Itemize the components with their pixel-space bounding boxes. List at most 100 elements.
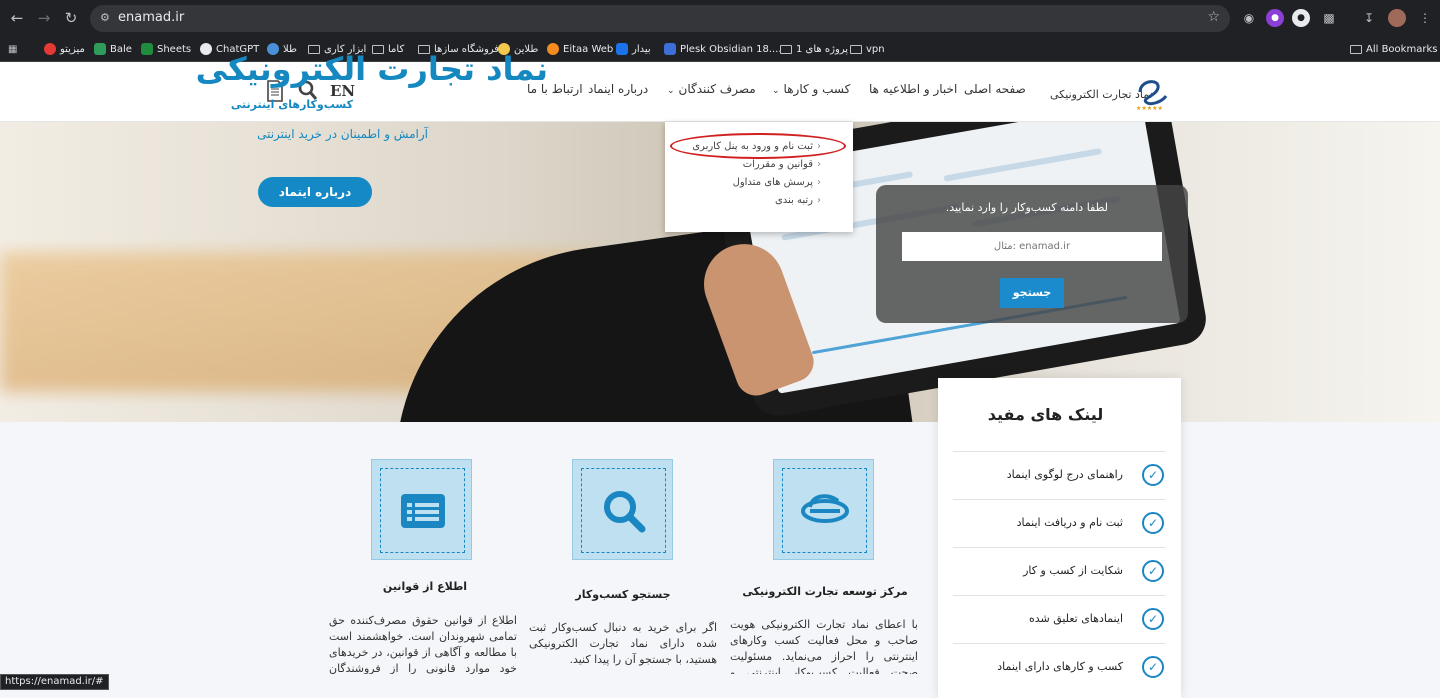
plesk-icon	[664, 43, 676, 55]
bookmark-folder[interactable]: پروژه های 1	[780, 40, 848, 58]
folder-icon	[780, 44, 792, 54]
useful-link-label: کسب و کارهای دارای اینماد	[997, 660, 1123, 673]
menu-icon[interactable]: ⋮	[1416, 9, 1434, 27]
chevron-left-icon: ‹	[817, 177, 821, 188]
folder-icon	[1350, 44, 1362, 54]
apps-icon[interactable]: ▦	[8, 40, 17, 58]
check-circle-icon: ✓	[1142, 608, 1164, 630]
enamad-logo-icon: ★★★★★	[1136, 80, 1168, 112]
chevron-down-icon: ⌄	[772, 86, 780, 96]
nav-label: کسب و کارها	[783, 82, 851, 96]
useful-links-panel: لینک های مفید راهنمای درج لوگوی اینماد ✓ …	[938, 378, 1181, 698]
nav-home[interactable]: صفحه اصلی	[964, 82, 1026, 96]
hero-title: نماد تجارت الکترونیکی	[195, 50, 548, 88]
list-document-icon	[400, 493, 445, 528]
search-prompt: لطفا دامنه کسب‌وکار را وارد نمایید.	[945, 201, 1108, 214]
highlight-annotation	[670, 133, 846, 159]
reload-icon[interactable]: ↻	[58, 5, 84, 31]
extension-icon[interactable]: ●	[1266, 9, 1284, 27]
bookmark-star-icon[interactable]: ☆	[1207, 9, 1220, 25]
bookmark-label: میزیتو	[60, 43, 85, 55]
nav-about[interactable]: درباره اینماد	[588, 82, 648, 96]
useful-link[interactable]: راهنمای درج لوگوی اینماد ✓	[953, 451, 1166, 499]
screen-bar	[943, 148, 1102, 182]
bookmark[interactable]: Bale	[94, 40, 132, 58]
dropdown-item-label: رتبه بندی	[774, 195, 813, 206]
useful-link-label: ثبت نام و دریافت اینماد	[1016, 516, 1123, 529]
bookmark-favicon-icon	[94, 43, 106, 55]
nav-consumers[interactable]: ⌄ مصرف کنندگان	[667, 82, 756, 96]
useful-link-label: شکایت از کسب و کار	[1023, 564, 1123, 577]
card-title: مرکز توسعه تجارت الکترونیکی	[742, 585, 908, 598]
site-info-icon[interactable]: ⚙	[100, 11, 110, 24]
nav-news[interactable]: اخبار و اطلاعیه ها	[869, 82, 957, 96]
bookmark-label: vpn	[866, 43, 885, 55]
chevron-left-icon: ‹	[817, 195, 821, 206]
forward-icon[interactable]: →	[31, 5, 57, 31]
nav-label: مصرف کنندگان	[678, 82, 756, 96]
sheets-icon	[141, 43, 153, 55]
bookmark-favicon-icon	[44, 43, 56, 55]
card-text: اطلاع از قوانین حقوق مصرف‌کننده حق تمامی…	[329, 614, 517, 674]
bookmark[interactable]: Plesk Obsidian 18....	[664, 40, 782, 58]
card-icon-frame	[782, 468, 867, 553]
chevron-left-icon: ‹	[817, 159, 821, 170]
bookmark[interactable]: Eitaa Web	[547, 40, 613, 58]
useful-link[interactable]: اینمادهای تعلیق شده ✓	[953, 595, 1166, 643]
check-circle-icon: ✓	[1142, 512, 1164, 534]
eitaa-icon	[547, 43, 559, 55]
useful-links-title: لینک های مفید	[987, 405, 1104, 424]
card-icon-frame	[380, 468, 465, 553]
bookmark-label: پروژه های 1	[796, 43, 849, 55]
address-bar[interactable]: ⚙ enamad.ir ☆	[90, 5, 1230, 32]
globe-e-icon	[800, 493, 849, 523]
useful-link-label: اینمادهای تعلیق شده	[1028, 612, 1123, 625]
card-icon-frame	[581, 468, 666, 553]
card-title: اطلاع از قوانین	[382, 580, 468, 593]
all-bookmarks[interactable]: All Bookmarks	[1350, 40, 1437, 58]
dropdown-item-faq[interactable]: ‹ پرسش های متداول	[733, 177, 821, 188]
dropdown-item-rules[interactable]: ‹ قوانین و مقررات	[743, 159, 821, 170]
url-text: enamad.ir	[118, 10, 185, 25]
site-logo[interactable]: نماد تجارت الکترونیکی ★★★★★	[1050, 72, 1175, 114]
hero-subtitle: کسب‌وکارهای اینترنتی	[230, 98, 353, 111]
bookmark[interactable]: Sheets	[141, 40, 191, 58]
extensions-puzzle-icon[interactable]: ▩	[1320, 9, 1338, 27]
card-icon-search[interactable]	[572, 459, 673, 560]
card-icon-ecommerce[interactable]	[773, 459, 874, 560]
dropdown-item-label: پرسش های متداول	[732, 177, 813, 188]
camera-icon[interactable]: ◉	[1240, 9, 1258, 27]
browser-status-bar: https://enamad.ir/#	[0, 674, 109, 690]
domain-search-input[interactable]	[902, 232, 1162, 261]
bookmark-favicon-icon	[616, 43, 628, 55]
useful-link[interactable]: کسب و کارهای دارای اینماد ✓	[953, 643, 1166, 691]
bookmark-label: Eitaa Web	[563, 43, 614, 55]
useful-link[interactable]: شکایت از کسب و کار ✓	[953, 547, 1166, 595]
bookmark[interactable]: بیدار	[616, 40, 651, 58]
bookmark-label: بیدار	[632, 43, 651, 55]
dropdown-item-label: قوانین و مقررات	[742, 159, 813, 170]
dropdown-item-ranking[interactable]: ‹ رتبه بندی	[775, 195, 821, 206]
bookmark[interactable]: میزیتو	[44, 40, 85, 58]
bookmark-label: Plesk Obsidian 18....	[680, 43, 782, 55]
card-title: جستجو کسب‌وکار	[575, 588, 671, 601]
hero-tagline: آرامش و اطمینان در خرید اینترنتی	[257, 127, 428, 141]
bookmark-label: Sheets	[157, 43, 192, 55]
useful-link[interactable]: ثبت نام و دریافت اینماد ✓	[953, 499, 1166, 547]
back-icon[interactable]: ←	[4, 5, 30, 31]
bookmark-folder[interactable]: vpn	[850, 40, 885, 58]
download-icon[interactable]: ↧	[1360, 9, 1378, 27]
search-button[interactable]: جستجو	[1000, 278, 1064, 308]
card-icon-rules[interactable]	[371, 459, 472, 560]
check-circle-icon: ✓	[1142, 560, 1164, 582]
avatar[interactable]	[1388, 9, 1406, 27]
svg-text:★★★★★: ★★★★★	[1136, 105, 1163, 112]
magnifier-icon	[603, 490, 645, 532]
extension-icon[interactable]: ●	[1292, 9, 1310, 27]
card-text: با اعطای نماد تجارت الکترونیکی هویت صاحب…	[730, 618, 918, 674]
check-circle-icon: ✓	[1142, 464, 1164, 486]
about-enamad-button[interactable]: درباره اینماد	[258, 177, 372, 207]
nav-businesses[interactable]: ⌄ کسب و کارها	[772, 82, 850, 96]
folder-icon	[850, 44, 862, 54]
chevron-down-icon: ⌄	[667, 86, 675, 96]
